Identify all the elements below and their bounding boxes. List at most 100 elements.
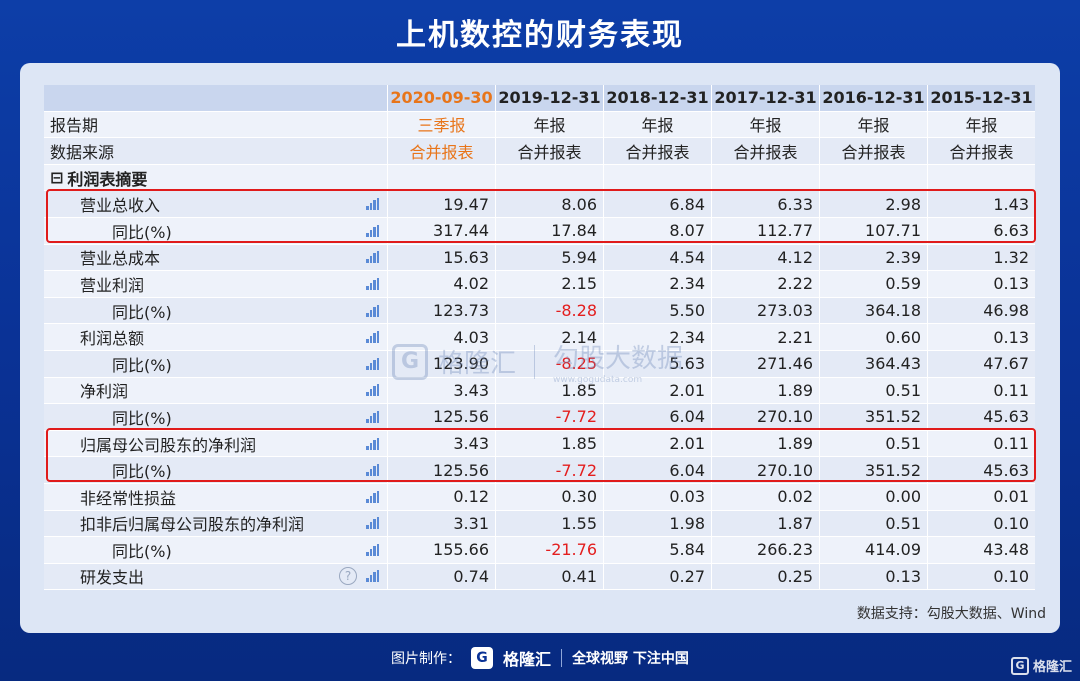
table-cell: 0.00 xyxy=(819,483,927,510)
table-cell: 270.10 xyxy=(711,404,819,430)
table-cell: 合并报表 xyxy=(711,138,819,164)
bar-chart-icon[interactable] xyxy=(366,277,379,290)
bar-chart-icon[interactable] xyxy=(366,410,379,423)
row-label: 营业利润 xyxy=(80,275,145,295)
bar-chart-icon[interactable] xyxy=(366,251,379,264)
bar-chart-icon[interactable] xyxy=(366,384,379,397)
help-icon[interactable]: ? xyxy=(339,567,357,586)
watermark: G 格隆汇 勾股大数据 www.gogudata.com xyxy=(392,338,683,385)
row-label-cell: 扣非后归属母公司股东的净利润 xyxy=(44,511,387,537)
row-label: 营业总成本 xyxy=(80,249,161,269)
table-cell: 364.43 xyxy=(819,350,927,377)
corner-logo-icon: G xyxy=(1010,656,1029,675)
table-cell: 0.25 xyxy=(711,563,819,590)
table-cell: 2.39 xyxy=(819,244,927,271)
table-cell: 0.27 xyxy=(603,563,711,590)
section-header[interactable]: ⊟ 利润表摘要 xyxy=(44,165,387,191)
table-cell: 4.54 xyxy=(603,244,711,271)
row-label: 净利润 xyxy=(80,382,129,402)
data-support-note: 数据支持：勾股大数据、Wind xyxy=(856,606,1046,622)
section-row[interactable]: ⊟ 利润表摘要 xyxy=(44,164,1035,192)
watermark-brand2: 勾股大数据 xyxy=(553,344,684,374)
page-title: 上机数控的财务表现 xyxy=(396,18,684,53)
footer: 图片制作： G 格隆汇 全球视野 下注中国 xyxy=(0,643,1080,673)
footer-slogan: 全球视野 下注中国 xyxy=(572,651,689,667)
table-cell: 351.52 xyxy=(819,404,927,430)
table-cell: 年报 xyxy=(819,111,927,138)
table-cell: 5.84 xyxy=(603,537,711,563)
footer-brand: 格隆汇 xyxy=(503,650,552,669)
table-cell: 45.63 xyxy=(927,404,1035,430)
table-row: 同比(%) 125.56 -7.72 6.04 270.10 351.52 45.63 xyxy=(44,404,1035,431)
table-cell: 合并报表 xyxy=(819,138,927,164)
table-cell: 46.98 xyxy=(927,297,1035,324)
table-cell: 4.12 xyxy=(711,244,819,271)
table-row: 同比(%) 123.73 -8.28 5.50 273.03 364.18 46.98 xyxy=(44,297,1035,325)
table-cell: 0.74 xyxy=(387,563,495,590)
bar-chart-icon[interactable] xyxy=(366,543,379,556)
bar-chart-icon[interactable] xyxy=(366,517,379,530)
table-cell: -7.72 xyxy=(495,404,603,430)
table-cell: 3.31 xyxy=(387,510,495,537)
table-cell: 2.15 xyxy=(495,271,603,297)
watermark-brand2-block: 勾股大数据 www.gogudata.com xyxy=(553,338,683,385)
header-row: 2020-09-30 2019-12-31 2018-12-31 2017-12… xyxy=(44,85,1035,112)
column-header[interactable]: 2015-12-31 xyxy=(927,85,1035,111)
column-header[interactable]: 2019-12-31 xyxy=(495,85,603,111)
table-cell: 0.11 xyxy=(927,377,1035,404)
table-cell: 合并报表 xyxy=(387,138,495,164)
table-cell: 1.98 xyxy=(603,510,711,537)
row-label-cell: 同比(%) xyxy=(44,537,387,563)
table-cell: 0.51 xyxy=(819,510,927,537)
column-header[interactable]: 2018-12-31 xyxy=(603,85,711,111)
watermark-brand: 格隆汇 xyxy=(438,349,517,379)
column-header[interactable]: 2020-09-30 xyxy=(387,85,495,111)
collapse-icon[interactable]: ⊟ xyxy=(50,168,63,187)
watermark-url: www.gogudata.com xyxy=(553,375,643,385)
table-cell: 年报 xyxy=(711,111,819,138)
bar-chart-icon[interactable] xyxy=(366,304,379,317)
table-cell: 155.66 xyxy=(387,537,495,563)
empty-cell xyxy=(927,164,1035,191)
row-label-cell: 同比(%) xyxy=(44,298,387,324)
empty-cell xyxy=(387,164,495,191)
row-label: 同比(%) xyxy=(112,541,172,561)
table-cell: 414.09 xyxy=(819,537,927,563)
table-cell: 5.50 xyxy=(603,297,711,324)
section-label: 利润表摘要 xyxy=(67,169,148,189)
meta-row: 数据来源 合并报表 合并报表 合并报表 合并报表 合并报表 合并报表 xyxy=(44,138,1035,165)
highlight-box-revenue xyxy=(46,189,1036,243)
table-cell: -8.28 xyxy=(495,297,603,324)
row-label: 同比(%) xyxy=(112,355,172,375)
table-cell: 年报 xyxy=(495,111,603,138)
row-label-cell: 同比(%) xyxy=(44,404,387,430)
table-cell: 0.13 xyxy=(927,324,1035,350)
empty-cell xyxy=(495,164,603,191)
corner-brand: G 格隆汇 xyxy=(1010,656,1072,675)
table-cell: 0.01 xyxy=(927,483,1035,510)
table-cell: 合并报表 xyxy=(927,138,1035,164)
meta-row: 报告期 三季报 年报 年报 年报 年报 年报 xyxy=(44,111,1035,139)
empty-cell xyxy=(819,164,927,191)
bar-chart-icon[interactable] xyxy=(366,490,379,503)
table-cell: 273.03 xyxy=(711,297,819,324)
row-label-cell: 净利润 xyxy=(44,378,387,404)
table-cell: 0.13 xyxy=(819,563,927,590)
table-cell: 0.12 xyxy=(387,483,495,510)
table-row: 非经常性损益 0.12 0.30 0.03 0.02 0.00 0.01 xyxy=(44,483,1035,511)
bar-chart-icon[interactable] xyxy=(366,331,379,344)
row-label-cell: 非经常性损益 xyxy=(44,484,387,510)
table-cell: 0.41 xyxy=(495,563,603,590)
row-label-cell: 利润总额 xyxy=(44,324,387,350)
table-cell: 0.59 xyxy=(819,271,927,297)
table-row: 扣非后归属母公司股东的净利润 3.31 1.55 1.98 1.87 0.51 0.10 xyxy=(44,510,1035,538)
bar-chart-icon[interactable] xyxy=(366,357,379,370)
bar-chart-icon[interactable] xyxy=(366,570,379,583)
row-label: 扣非后归属母公司股东的净利润 xyxy=(80,515,305,535)
table-cell: 合并报表 xyxy=(603,138,711,164)
table-cell: 年报 xyxy=(927,111,1035,138)
table-cell: 47.67 xyxy=(927,350,1035,377)
table-cell: 0.10 xyxy=(927,563,1035,590)
column-header[interactable]: 2017-12-31 xyxy=(711,85,819,111)
column-header[interactable]: 2016-12-31 xyxy=(819,85,927,111)
